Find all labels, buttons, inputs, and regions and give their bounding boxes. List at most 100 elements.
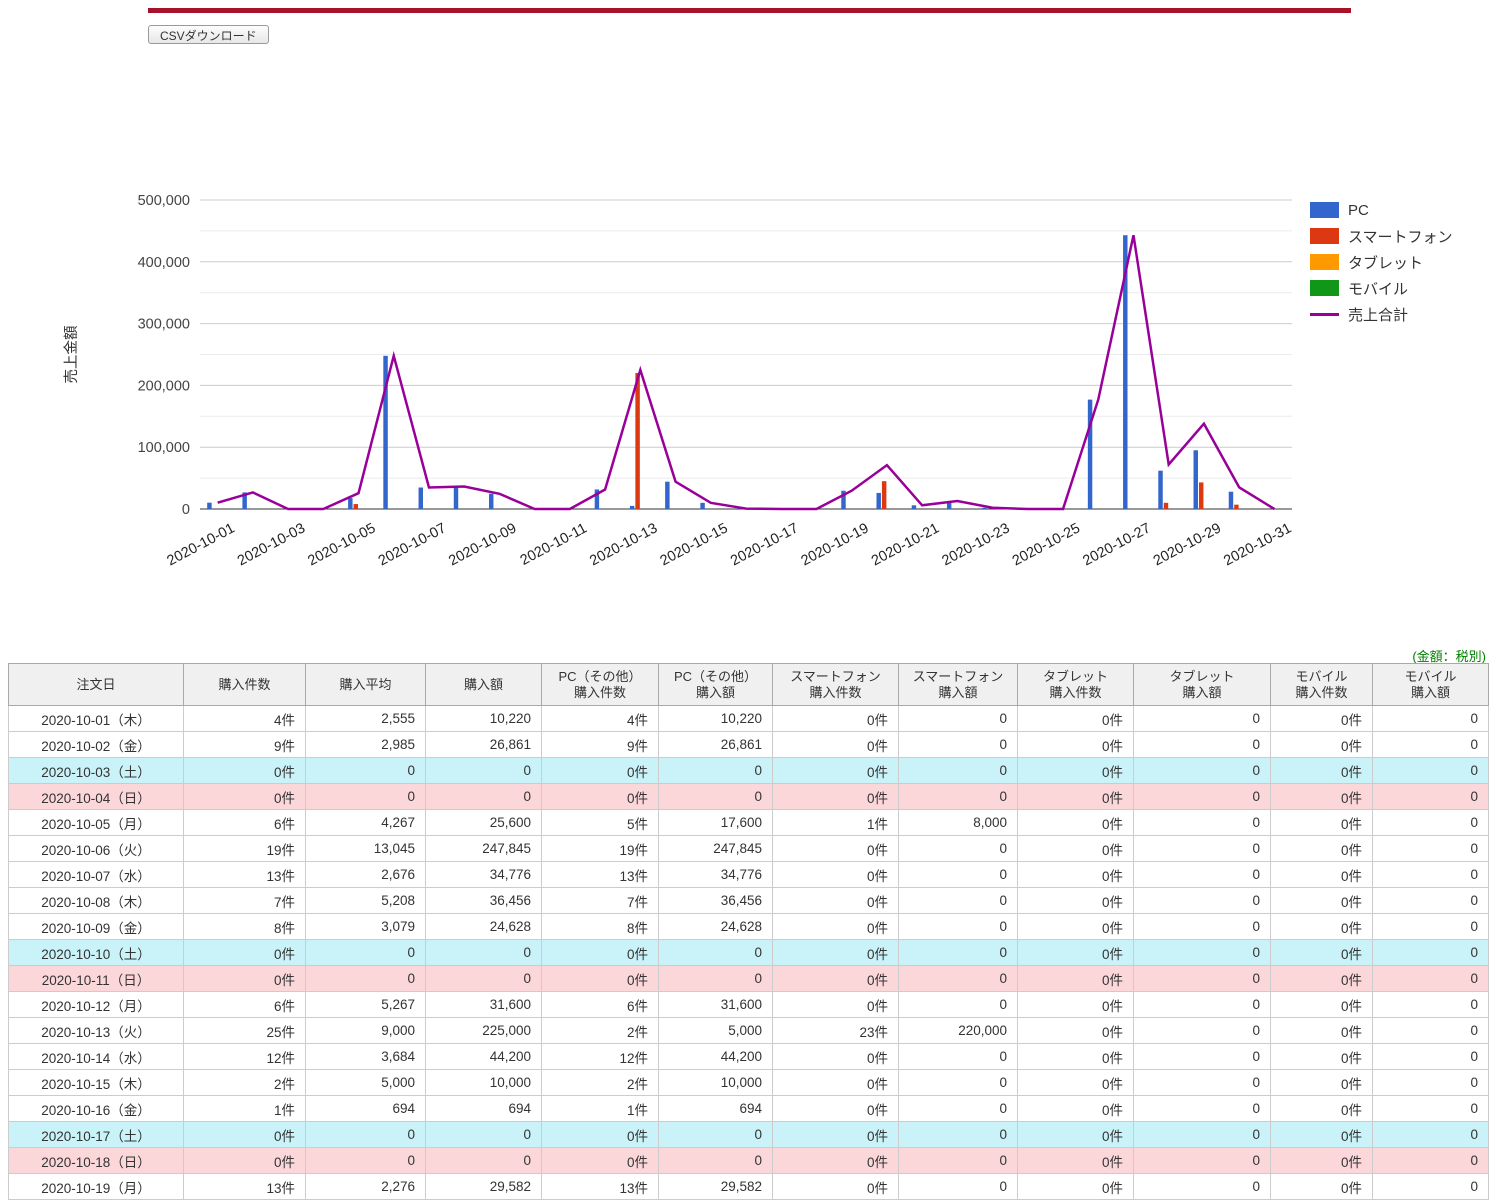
- table-cell: 0件: [1018, 810, 1134, 836]
- svg-text:2020-10-09: 2020-10-09: [446, 520, 519, 569]
- svg-text:2020-10-29: 2020-10-29: [1151, 520, 1224, 569]
- table-cell: 0: [659, 758, 773, 784]
- table-cell: 0件: [1271, 966, 1373, 992]
- table-cell: 1件: [542, 1096, 659, 1122]
- table-row: 2020-10-13（火）25件9,000225,0002件5,00023件22…: [9, 1018, 1489, 1044]
- table-cell: 0件: [773, 940, 899, 966]
- svg-text:2020-10-01: 2020-10-01: [164, 520, 237, 569]
- table-row: 2020-10-02（金）9件2,98526,8619件26,8610件00件0…: [9, 732, 1489, 758]
- order-date-cell: 2020-10-12（月）: [9, 992, 184, 1018]
- table-cell: 0件: [773, 1044, 899, 1070]
- table-cell: 247,845: [426, 836, 542, 862]
- table-cell: 9件: [184, 732, 306, 758]
- table-cell: 0件: [1271, 1148, 1373, 1174]
- table-cell: 10,220: [659, 706, 773, 732]
- table-cell: 0: [1134, 888, 1271, 914]
- table-cell: 0件: [1271, 732, 1373, 758]
- legend-label: モバイル: [1348, 278, 1408, 299]
- table-row: 2020-10-06（火）19件13,045247,84519件247,8450…: [9, 836, 1489, 862]
- table-cell: 0件: [1271, 758, 1373, 784]
- svg-text:400,000: 400,000: [138, 255, 190, 271]
- order-date-cell: 2020-10-03（土）: [9, 758, 184, 784]
- table-cell: 0件: [1271, 1096, 1373, 1122]
- table-cell: 26,861: [426, 732, 542, 758]
- table-row: 2020-10-12（月）6件5,26731,6006件31,6000件00件0…: [9, 992, 1489, 1018]
- table-cell: 694: [306, 1096, 426, 1122]
- column-header: 購入件数: [184, 664, 306, 706]
- table-row: 2020-10-16（金）1件6946941件6940件00件00件0: [9, 1096, 1489, 1122]
- table-cell: 0: [1373, 1148, 1489, 1174]
- order-date-cell: 2020-10-14（水）: [9, 1044, 184, 1070]
- legend-item: スマートフォン: [1310, 223, 1453, 249]
- table-row: 2020-10-04（日）0件000件00件00件00件0: [9, 784, 1489, 810]
- table-cell: 0件: [1271, 940, 1373, 966]
- table-cell: 12件: [542, 1044, 659, 1070]
- table-cell: 0: [1373, 992, 1489, 1018]
- table-header: 注文日購入件数購入平均購入額PC（その他）購入件数PC（その他）購入額スマートフ…: [9, 664, 1489, 706]
- column-header: PC（その他）購入件数: [542, 664, 659, 706]
- order-date-cell: 2020-10-06（火）: [9, 836, 184, 862]
- table-cell: 0: [306, 966, 426, 992]
- table-cell: 17,600: [659, 810, 773, 836]
- table-cell: 0件: [184, 940, 306, 966]
- column-header: モバイル購入件数: [1271, 664, 1373, 706]
- svg-text:2020-10-05: 2020-10-05: [305, 520, 378, 569]
- table-cell: 0件: [1018, 732, 1134, 758]
- table-cell: 5件: [542, 810, 659, 836]
- column-header: スマートフォン購入件数: [773, 664, 899, 706]
- table-cell: 0件: [1271, 914, 1373, 940]
- table-cell: 0: [899, 914, 1018, 940]
- table-cell: 0件: [1271, 810, 1373, 836]
- order-date-cell: 2020-10-16（金）: [9, 1096, 184, 1122]
- y-gridlines: [200, 200, 1292, 478]
- table-cell: 0: [1134, 706, 1271, 732]
- x-axis-labels: 2020-10-012020-10-032020-10-052020-10-07…: [164, 520, 1294, 569]
- table-cell: 0件: [542, 966, 659, 992]
- table-cell: 0件: [184, 758, 306, 784]
- table-cell: 0: [899, 862, 1018, 888]
- table-cell: 0件: [773, 1096, 899, 1122]
- table-cell: 0件: [1271, 1044, 1373, 1070]
- legend-item: 売上合計: [1310, 301, 1453, 327]
- order-date-cell: 2020-10-17（土）: [9, 1122, 184, 1148]
- table-cell: 0: [1134, 1096, 1271, 1122]
- table-cell: 0件: [184, 784, 306, 810]
- svg-text:500,000: 500,000: [138, 193, 190, 209]
- table-cell: 0: [426, 784, 542, 810]
- table-cell: 0: [1373, 836, 1489, 862]
- svg-text:2020-10-23: 2020-10-23: [939, 520, 1012, 569]
- table-row: 2020-10-05（月）6件4,26725,6005件17,6001件8,00…: [9, 810, 1489, 836]
- column-header: 購入平均: [306, 664, 426, 706]
- table-cell: 0: [1134, 1070, 1271, 1096]
- table-cell: 0件: [773, 1070, 899, 1096]
- table-cell: 2件: [542, 1018, 659, 1044]
- svg-text:2020-10-25: 2020-10-25: [1010, 520, 1083, 569]
- table-cell: 4件: [184, 706, 306, 732]
- table-cell: 44,200: [426, 1044, 542, 1070]
- svg-text:2020-10-07: 2020-10-07: [376, 520, 449, 569]
- table-cell: 3,684: [306, 1044, 426, 1070]
- table-cell: 5,267: [306, 992, 426, 1018]
- table-cell: 0件: [773, 732, 899, 758]
- table-cell: 7件: [542, 888, 659, 914]
- table-cell: 2,676: [306, 862, 426, 888]
- column-header: スマートフォン購入額: [899, 664, 1018, 706]
- table-cell: 0: [659, 940, 773, 966]
- table-cell: 4件: [542, 706, 659, 732]
- column-header: 注文日: [9, 664, 184, 706]
- table-cell: 0: [1134, 836, 1271, 862]
- svg-text:2020-10-21: 2020-10-21: [869, 520, 942, 569]
- table-cell: 0件: [1018, 1044, 1134, 1070]
- table-cell: 0件: [1018, 758, 1134, 784]
- table-row: 2020-10-03（土）0件000件00件00件00件0: [9, 758, 1489, 784]
- table-cell: 3,079: [306, 914, 426, 940]
- svg-text:2020-10-15: 2020-10-15: [658, 520, 731, 569]
- svg-text:2020-10-13: 2020-10-13: [587, 520, 660, 569]
- table-cell: 10,000: [659, 1070, 773, 1096]
- table-cell: 0件: [1018, 1070, 1134, 1096]
- table-cell: 0件: [1018, 966, 1134, 992]
- table-cell: 0: [899, 758, 1018, 784]
- table-cell: 9件: [542, 732, 659, 758]
- svg-text:100,000: 100,000: [138, 440, 190, 456]
- column-header: 購入額: [426, 664, 542, 706]
